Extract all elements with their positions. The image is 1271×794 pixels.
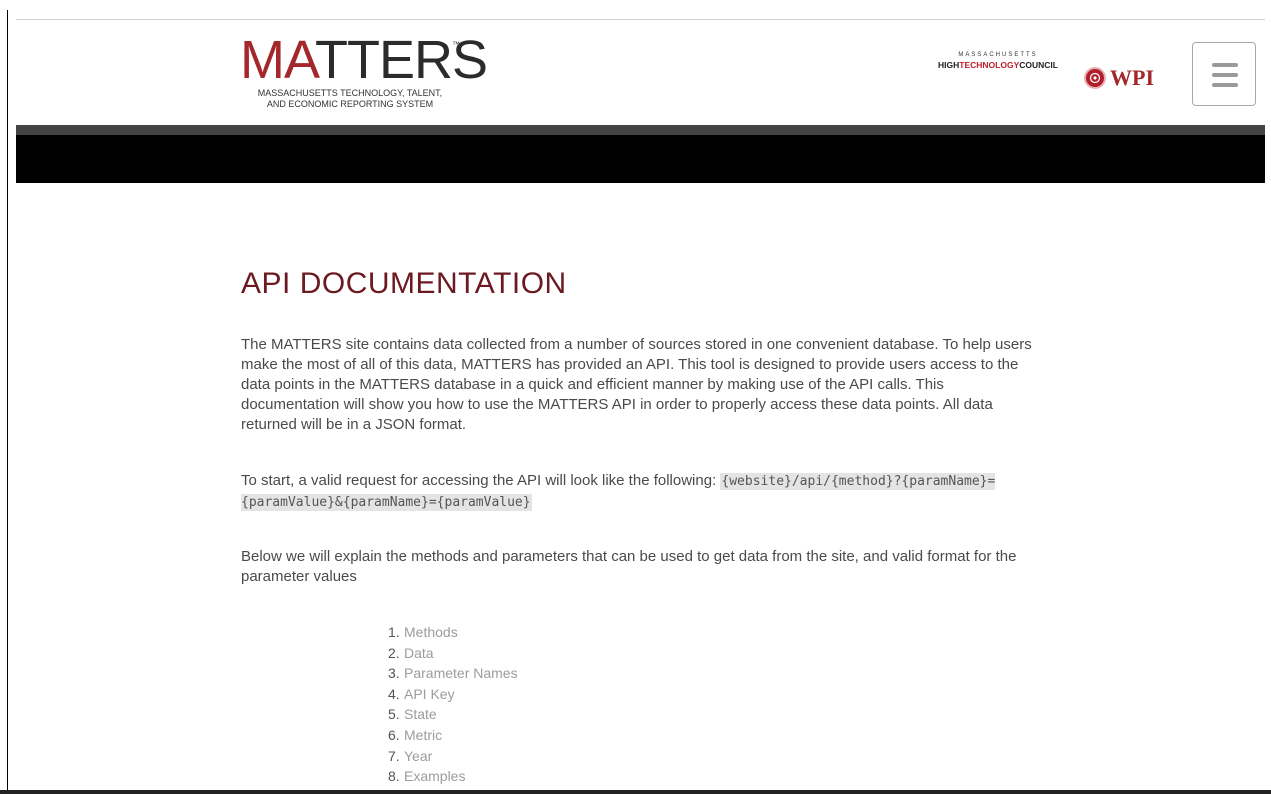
header-divider	[16, 125, 1265, 135]
toc-item-number: 7.	[388, 747, 400, 764]
logo-wordmark: MATTERS	[240, 30, 488, 90]
toc-item-number: 1.	[388, 624, 400, 640]
intro-paragraph: The MATTERS site contains data collected…	[241, 336, 1032, 433]
toc-item[interactable]: 4. API Key	[388, 684, 688, 705]
request-format-paragraph: To start, a valid request for accessing …	[241, 472, 996, 511]
explain-paragraph: Below we will explain the methods and pa…	[241, 548, 1017, 585]
toc-item-number: 4.	[388, 685, 400, 702]
wpi-logo[interactable]: WPI	[1084, 65, 1154, 91]
site-header: MATTERS ™ MASSACHUSETTS TECHNOLOGY, TALE…	[16, 20, 1265, 125]
toc-item[interactable]: 7. Year	[388, 746, 688, 767]
toc-item-link[interactable]: State	[404, 706, 437, 722]
toc-item-link[interactable]: API Key	[404, 686, 455, 702]
toc-item-number: 8.	[388, 768, 400, 785]
toc-item[interactable]: 2. Data	[388, 643, 688, 664]
toc-item-number: 5.	[388, 706, 400, 723]
matters-logo[interactable]: MATTERS ™ MASSACHUSETTS TECHNOLOGY, TALE…	[240, 30, 488, 116]
toc-item-link[interactable]: Examples	[404, 768, 465, 784]
toc-item[interactable]: 1. Methods	[388, 622, 688, 643]
mhtc-logo[interactable]: MASSACHUSETTS HIGHTECHNOLOGYCOUNCIL	[928, 52, 1068, 78]
window-left-border	[7, 10, 8, 790]
toc-item[interactable]: 6. Metric	[388, 725, 688, 746]
toc-item-number: 3.	[388, 665, 400, 682]
toc-item[interactable]: 3. Parameter Names	[388, 663, 688, 684]
toc-item-number: 2.	[388, 644, 400, 661]
mhtc-logo-name: HIGHTECHNOLOGYCOUNCIL	[938, 60, 1058, 70]
menu-button[interactable]	[1192, 42, 1256, 106]
toc-item[interactable]: 5. State	[388, 704, 688, 725]
toc-item-number: 6.	[388, 726, 400, 743]
logo-trademark: ™	[452, 40, 460, 49]
toc-item-link[interactable]: Data	[404, 645, 434, 661]
toc-item-link[interactable]: Year	[404, 748, 432, 764]
seal-icon	[1084, 67, 1106, 89]
logo-tagline: MASSACHUSETTS TECHNOLOGY, TALENT, AND EC…	[257, 88, 443, 109]
toc-item-link[interactable]: Methods	[404, 624, 458, 640]
toc-item-link[interactable]: Parameter Names	[404, 665, 518, 681]
main-content: API DOCUMENTATION The MATTERS site conta…	[241, 262, 1041, 585]
page-title: API DOCUMENTATION	[241, 267, 567, 300]
toc-item-link[interactable]: Metric	[404, 727, 442, 743]
toc-item[interactable]: 8. Examples	[388, 766, 688, 787]
table-of-contents: 1. Methods 2. Data 3. Parameter Names 4. API Ke…	[388, 622, 688, 787]
wpi-wordmark: WPI	[1110, 65, 1154, 90]
nav-band	[16, 135, 1265, 183]
mhtc-logo-top: MASSACHUSETTS	[958, 52, 1038, 58]
window-bottom-border	[0, 790, 1271, 794]
